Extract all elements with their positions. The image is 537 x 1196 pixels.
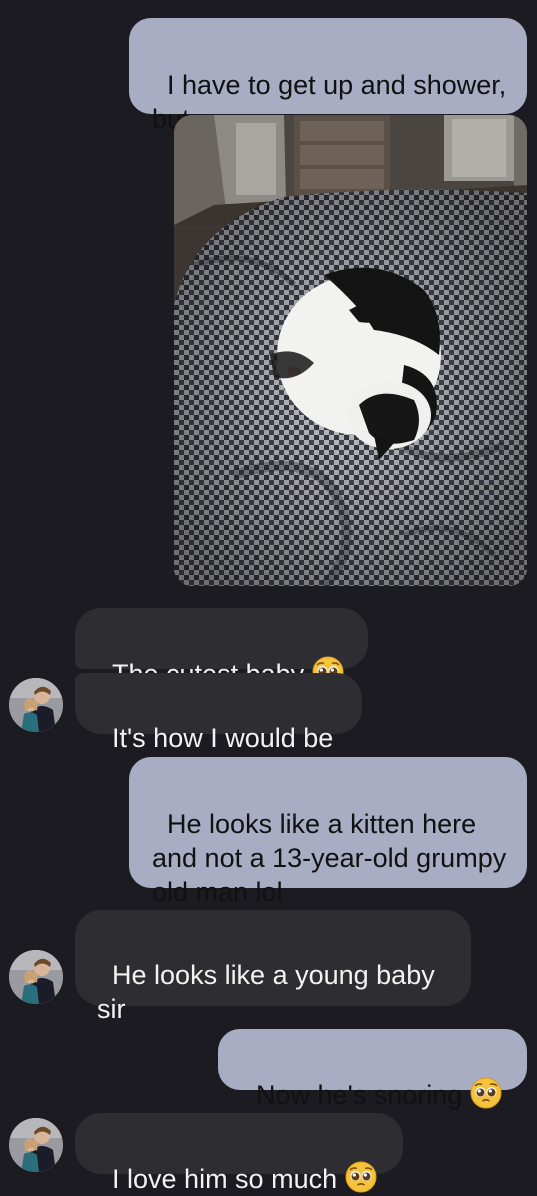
message-bubble-sent[interactable]: Now he's snoring	[218, 1029, 527, 1110]
avatar-photo	[9, 950, 63, 1004]
message-text: He looks like a young baby sir	[97, 960, 443, 1024]
message-bubble-received[interactable]: I love him so much	[75, 1113, 403, 1194]
message-bubble-received[interactable]: The cutest baby	[75, 608, 368, 689]
contact-avatar[interactable]	[9, 678, 63, 732]
message-bubble-sent[interactable]: I have to get up and shower, but...	[129, 18, 527, 134]
message-text: Now he's snoring	[256, 1080, 463, 1110]
message-text: It's how I would be	[112, 723, 334, 753]
message-bubble-sent[interactable]: He looks like a kitten here and not a 13…	[129, 757, 527, 907]
avatar-photo	[9, 678, 63, 732]
contact-avatar[interactable]	[9, 1118, 63, 1172]
pleading-face-emoji-icon	[470, 1077, 502, 1109]
message-text: I love him so much	[112, 1164, 338, 1194]
message-text: He looks like a kitten here and not a 13…	[152, 809, 514, 907]
cat-photo-image	[174, 115, 527, 586]
pleading-face-emoji-icon	[345, 1161, 377, 1193]
avatar-photo	[9, 1118, 63, 1172]
shared-photo-cat[interactable]	[174, 115, 527, 586]
contact-avatar[interactable]	[9, 950, 63, 1004]
message-bubble-received[interactable]: He looks like a young baby sir	[75, 910, 471, 1024]
message-bubble-received[interactable]: It's how I would be	[75, 673, 362, 753]
